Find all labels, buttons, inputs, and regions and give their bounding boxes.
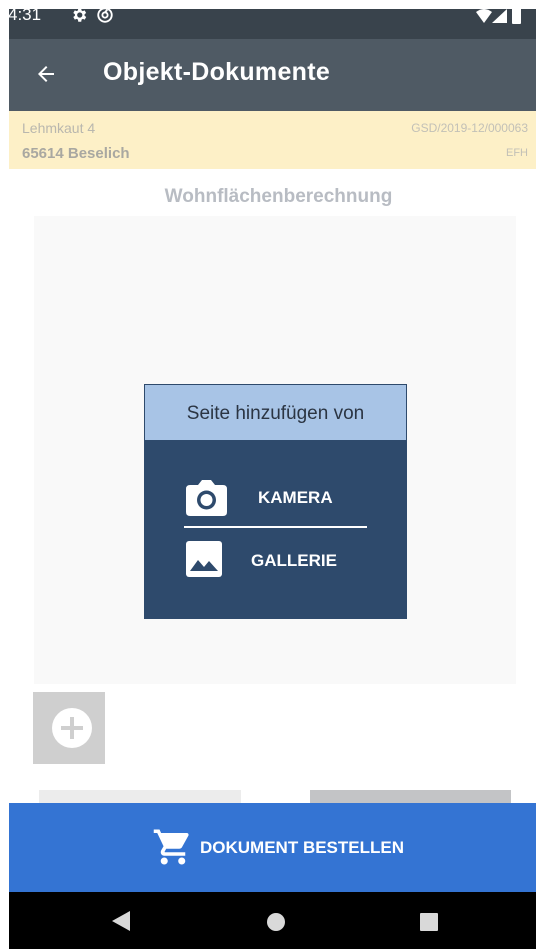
- status-bar: [9, 9, 536, 39]
- status-time: 4:31: [8, 5, 42, 24]
- sync-icon: [96, 6, 114, 29]
- object-type: EFH: [506, 147, 528, 159]
- plus-circle-icon: [52, 708, 92, 753]
- object-street: Lehmkaut 4: [22, 120, 96, 136]
- object-city: 65614 Beselich: [22, 145, 130, 162]
- shopping-cart-icon: [152, 826, 194, 873]
- document-title: Wohnflächenberechnung: [164, 186, 393, 207]
- dialog-title: Seite hinzufügen von: [186, 403, 365, 424]
- secondary-button-left[interactable]: [39, 790, 241, 804]
- dialog-divider: [184, 526, 367, 528]
- battery-icon: [512, 8, 521, 24]
- camera-icon: [186, 479, 227, 521]
- nav-back-icon[interactable]: [112, 911, 130, 936]
- object-reference: GSD/2019-12/000063: [411, 121, 528, 135]
- nav-recents-icon[interactable]: [420, 913, 438, 931]
- camera-label: KAMERA: [258, 488, 333, 507]
- nav-home-icon[interactable]: [267, 913, 285, 931]
- wifi-icon: [476, 9, 492, 28]
- page-title: Objekt-Dokumente: [103, 58, 331, 86]
- order-label: DOKUMENT BESTELLEN: [200, 838, 404, 857]
- gallery-label: GALLERIE: [251, 551, 337, 570]
- back-arrow-icon[interactable]: [34, 62, 58, 91]
- secondary-button-right[interactable]: [310, 790, 511, 804]
- cellular-icon: [492, 9, 507, 28]
- image-icon: [186, 541, 222, 582]
- gear-icon: [70, 6, 88, 29]
